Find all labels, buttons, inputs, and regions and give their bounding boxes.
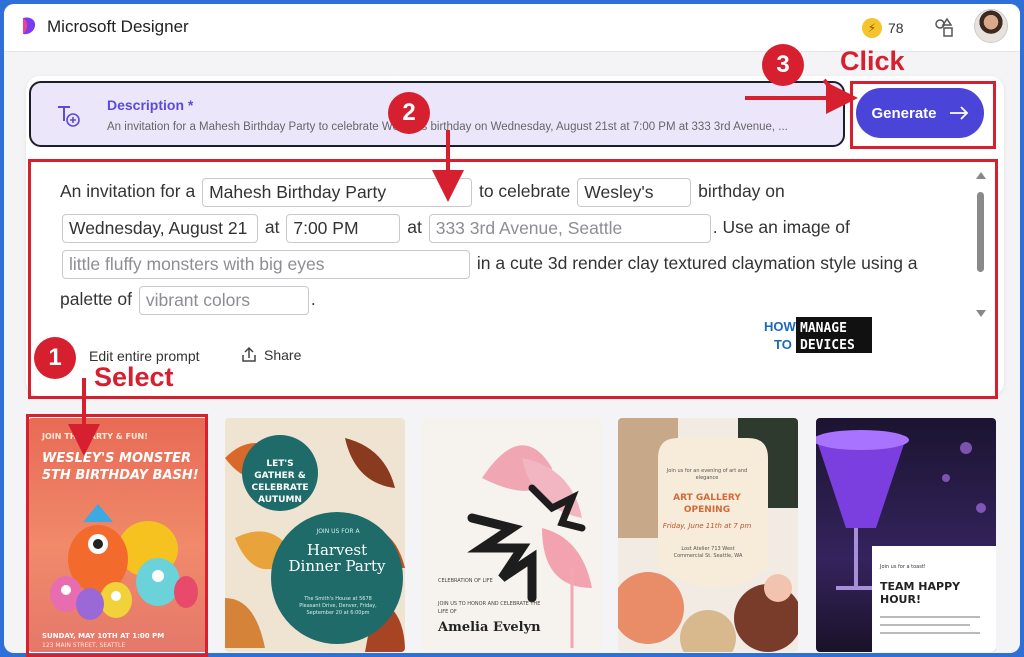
card-title: TEAM HAPPY HOUR! [880,580,961,606]
card-date: Friday, June 11th at 7 pm [662,522,752,530]
floral-illustration [467,445,592,648]
annotation-box-generate [850,81,996,149]
description-field[interactable]: Description * An invitation for a Mahesh… [29,81,845,147]
card-badge: LET'S GATHER & CELEBRATE AUTUMN [251,459,309,505]
app-title: Microsoft Designer [47,17,189,36]
annotation-box-template [26,414,208,657]
description-label: Description * [107,97,194,113]
designer-logo-icon[interactable] [20,16,38,36]
card-title: Amelia Evelyn [438,620,541,635]
description-text: An invitation for a Mahesh Birthday Part… [107,121,788,133]
card-sub: The Smith's House at 5678 Pleasant Drive… [299,596,377,616]
annotation-click-label: Click [840,46,905,76]
abstract-shapes-illustration [618,418,798,652]
top-bar: Microsoft Designer ⚡ 78 [4,4,1020,52]
card-join: JOIN US FOR A [316,528,360,535]
card-tag: CELEBRATION OF LIFE [438,578,493,584]
card-join: JOIN US TO HONOR AND CELEBRATE THE LIFE … [438,601,541,615]
card-title: Harvest Dinner Party [288,541,386,575]
card-text-line [880,616,980,618]
card-top: Join us for a toast! [880,564,926,570]
card-text-line [880,632,980,634]
annotation-step-3: 3 [762,44,804,86]
text-add-icon [58,106,80,127]
card-top: Join us for an evening of art and elegan… [666,468,748,481]
annotation-select-label: Select [94,362,174,392]
template-card-happy-hour[interactable]: Join us for a toast! TEAM HAPPY HOUR! [816,418,996,652]
annotation-step-2: 2 [388,92,430,134]
credits-display[interactable]: ⚡ 78 [862,16,904,40]
shapes-icon[interactable] [932,16,956,40]
annotation-step-1: 1 [34,337,76,379]
avatar[interactable] [974,9,1008,43]
credits-count: 78 [888,20,904,36]
card-text-line [880,624,970,626]
template-card-art-gallery[interactable]: Join us for an evening of art and elegan… [618,418,798,652]
template-card-harvest[interactable]: LET'S GATHER & CELEBRATE AUTUMN JOIN US … [225,418,405,652]
card-title: ART GALLERY OPENING [673,493,741,515]
coin-icon: ⚡ [862,18,882,38]
template-card-celebration[interactable]: CELEBRATION OF LIFE JOIN US TO HONOR AND… [422,418,602,652]
card-place: Lost Atelier 713 West Commercial St. Sea… [673,546,743,559]
